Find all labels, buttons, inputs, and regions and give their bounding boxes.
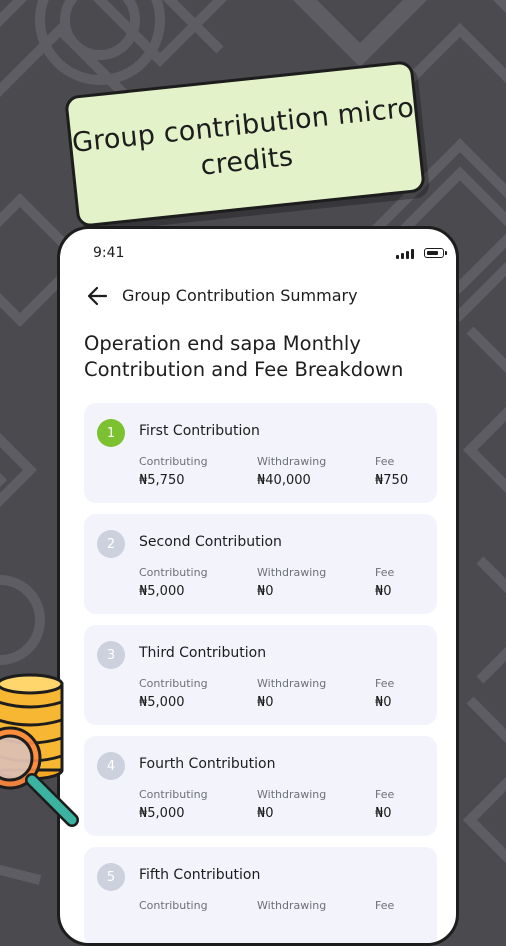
contributing-value: ₦5,000: [139, 695, 185, 710]
contribution-title: Fifth Contribution: [139, 867, 261, 883]
withdrawing-value: ₦0: [257, 806, 274, 821]
contribution-card-1[interactable]: 1 First Contribution Contributing ₦5,750…: [84, 403, 437, 503]
contributing-value: ₦5,000: [139, 584, 185, 599]
status-time: 9:41: [93, 245, 125, 261]
phone-frame: 9:41 Group Contribution Summary Operatio…: [57, 226, 459, 946]
battery-cap: [445, 251, 447, 255]
contribution-list: 1 First Contribution Contributing ₦5,750…: [84, 403, 437, 943]
fee-value: ₦0: [375, 806, 392, 821]
contributing-column: Contributing ₦5,000: [139, 677, 208, 710]
app-header: Group Contribution Summary: [60, 277, 456, 317]
contribution-title: Third Contribution: [139, 645, 267, 661]
contributing-value: ₦5,750: [139, 473, 185, 488]
withdrawing-value: ₦0: [257, 584, 274, 599]
fee-label: Fee: [375, 788, 395, 801]
signal-icon: [396, 249, 414, 259]
contribution-card-2[interactable]: 2 Second Contribution Contributing ₦5,00…: [84, 514, 437, 614]
withdrawing-label: Withdrawing: [257, 899, 327, 912]
withdrawing-value: ₦40,000: [257, 473, 311, 488]
page-title: Operation end sapa Monthly Contribution …: [84, 332, 404, 381]
contributing-label: Contributing: [139, 899, 208, 912]
fee-column: Fee: [375, 899, 394, 912]
fee-value: ₦750: [375, 473, 409, 488]
contribution-title: Fourth Contribution: [139, 756, 276, 772]
contributing-label: Contributing: [139, 788, 208, 801]
withdrawing-label: Withdrawing: [257, 677, 327, 690]
banner-text: Group contribution micro credits: [70, 92, 416, 182]
withdrawing-column: Withdrawing ₦40,000: [257, 455, 326, 488]
coins-magnifier-icon: [0, 673, 79, 827]
withdrawing-label: Withdrawing: [257, 788, 327, 801]
step-badge-1: 1: [97, 419, 125, 447]
fee-column: Fee ₦0: [375, 677, 394, 710]
withdrawing-value: ₦0: [257, 695, 274, 710]
contributing-label: Contributing: [139, 566, 208, 579]
contributing-value: ₦5,000: [139, 806, 185, 821]
withdrawing-column: Withdrawing: [257, 899, 326, 912]
contribution-card-4[interactable]: 4 Fourth Contribution Contributing ₦5,00…: [84, 736, 437, 836]
fee-column: Fee ₦0: [375, 788, 394, 821]
step-badge-5: 5: [97, 863, 125, 891]
withdrawing-column: Withdrawing ₦0: [257, 566, 326, 599]
fee-column: Fee ₦0: [375, 566, 394, 599]
contributing-column: Contributing ₦5,750: [139, 455, 208, 488]
fee-label: Fee: [375, 899, 395, 912]
contribution-card-3[interactable]: 3 Third Contribution Contributing ₦5,000…: [84, 625, 437, 725]
header-title: Group Contribution Summary: [122, 286, 358, 305]
battery-icon: [424, 248, 444, 258]
contributing-label: Contributing: [139, 677, 208, 690]
fee-label: Fee: [375, 677, 395, 690]
fee-column: Fee ₦750: [375, 455, 408, 488]
contributing-label: Contributing: [139, 455, 208, 468]
step-badge-4: 4: [97, 752, 125, 780]
fee-value: ₦0: [375, 695, 392, 710]
step-badge-3: 3: [97, 641, 125, 669]
withdrawing-column: Withdrawing ₦0: [257, 788, 326, 821]
contributing-column: Contributing: [139, 899, 208, 912]
fee-label: Fee: [375, 566, 395, 579]
fee-label: Fee: [375, 455, 395, 468]
fee-value: ₦0: [375, 584, 392, 599]
status-bar: 9:41: [60, 229, 456, 277]
withdrawing-label: Withdrawing: [257, 455, 327, 468]
contribution-title: Second Contribution: [139, 534, 282, 550]
withdrawing-label: Withdrawing: [257, 566, 327, 579]
contribution-title: First Contribution: [139, 423, 260, 439]
contributing-column: Contributing ₦5,000: [139, 566, 208, 599]
contributing-column: Contributing ₦5,000: [139, 788, 208, 821]
contribution-card-5[interactable]: 5 Fifth Contribution Contributing Withdr…: [84, 847, 437, 943]
back-arrow-icon[interactable]: [85, 283, 111, 309]
step-badge-2: 2: [97, 530, 125, 558]
withdrawing-column: Withdrawing ₦0: [257, 677, 326, 710]
